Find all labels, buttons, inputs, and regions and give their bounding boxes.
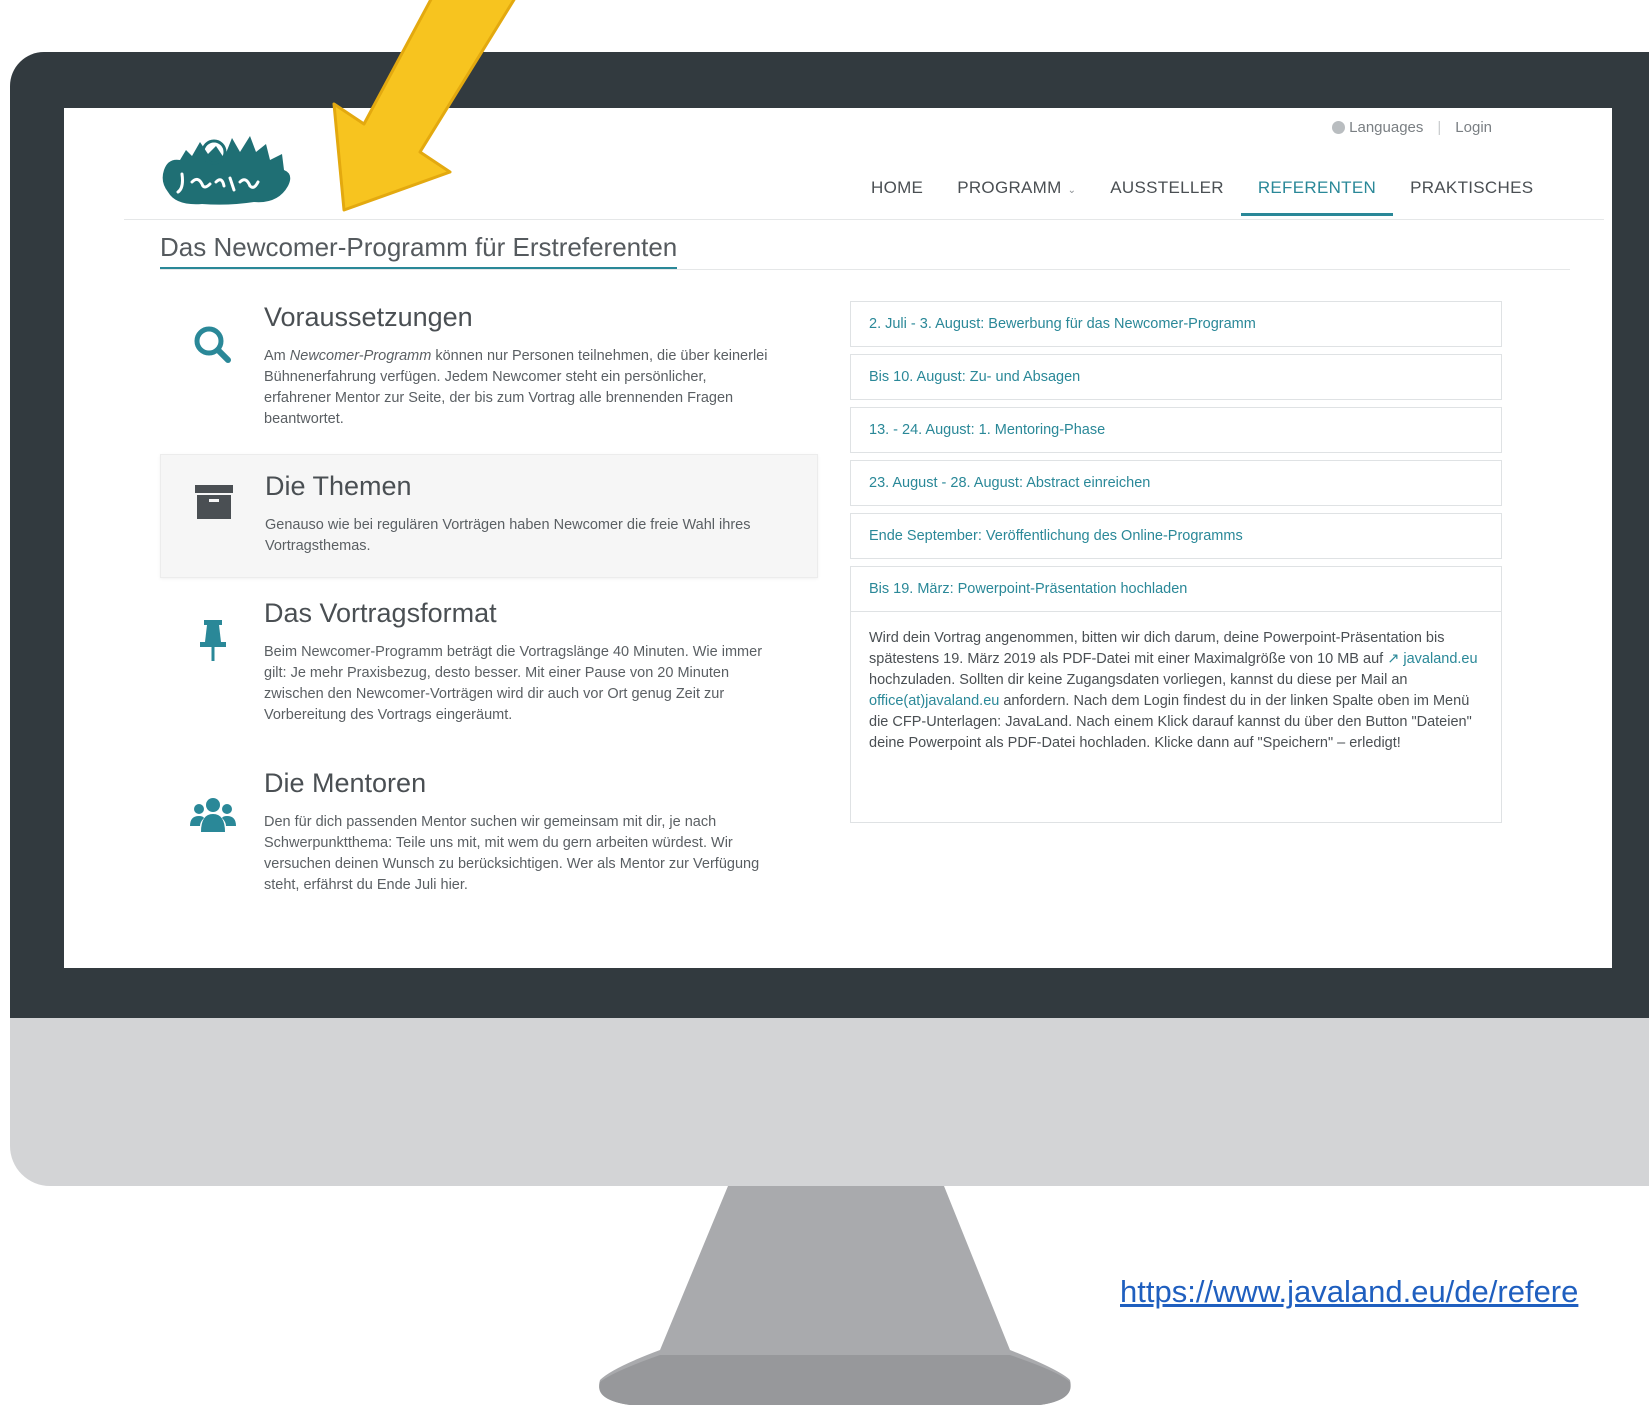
javaland-link[interactable]: javaland.eu xyxy=(1403,651,1477,667)
feature-text-emphasis: Newcomer-Programm xyxy=(289,348,432,364)
archive-box-icon xyxy=(195,485,233,519)
divider: | xyxy=(1437,118,1442,136)
feature-text: Am Newcomer-Programm können nur Personen… xyxy=(264,346,774,430)
feature-themen: Die Themen Genauso wie bei regulären Vor… xyxy=(160,454,818,578)
timeline-item[interactable]: 13. - 24. August: 1. Mentoring-Phase xyxy=(850,407,1502,453)
timeline-item[interactable]: Bis 10. August: Zu- und Absagen xyxy=(850,354,1502,400)
main-nav: HOME PROGRAMM ⌄ AUSSTELLER REFERENTEN PRA… xyxy=(854,166,1550,220)
feature-voraussetzungen: Voraussetzungen Am Newcomer-Programm kön… xyxy=(160,302,816,442)
timeline-item[interactable]: 2. Juli - 3. August: Bewerbung für das N… xyxy=(850,301,1502,347)
page-url-link[interactable]: https://www.javaland.eu/de/refere xyxy=(1120,1274,1578,1310)
panel-text: hochzuladen. Sollten dir keine Zugangsda… xyxy=(869,672,1408,688)
feature-vortragsformat: Das Vortragsformat Beim Newcomer-Program… xyxy=(160,598,816,748)
nav-programm[interactable]: PROGRAMM ⌄ xyxy=(940,166,1093,216)
nav-referenten-label: REFERENTEN xyxy=(1257,178,1377,197)
languages-link[interactable]: Languages xyxy=(1349,119,1423,136)
panel-text: Wird dein Vortrag angenommen, bitten wir… xyxy=(869,630,1445,667)
globe-icon xyxy=(1332,120,1346,134)
page-title: Das Newcomer-Programm für Erstreferenten xyxy=(160,232,678,270)
login-link[interactable]: Login xyxy=(1455,119,1492,136)
timeline-item-expanded[interactable]: Bis 19. März: Powerpoint-Präsentation ho… xyxy=(850,566,1502,611)
feature-text: Genauso wie bei regulären Vorträgen habe… xyxy=(265,517,751,554)
email-link[interactable]: office(at)javaland.eu xyxy=(869,693,999,709)
feature-title: Das Vortragsformat xyxy=(264,598,497,628)
external-link-icon: ↗ xyxy=(1387,651,1404,667)
chevron-down-icon: ⌄ xyxy=(1067,185,1077,196)
title-divider xyxy=(160,269,1570,270)
search-icon xyxy=(194,326,231,363)
users-group-icon xyxy=(190,798,236,832)
feature-title: Die Mentoren xyxy=(264,768,427,798)
feature-text: Den für dich passenden Mentor suchen wir… xyxy=(264,814,760,893)
nav-home-label: HOME xyxy=(871,178,924,197)
top-links: Languages | Login xyxy=(1332,118,1492,136)
pushpin-icon xyxy=(200,620,226,661)
feature-title: Die Themen xyxy=(265,471,412,501)
timeline-panel: Wird dein Vortrag angenommen, bitten wir… xyxy=(850,611,1502,823)
nav-home[interactable]: HOME xyxy=(854,166,940,216)
timeline-item[interactable]: Ende September: Veröffentlichung des Onl… xyxy=(850,513,1502,559)
nav-praktisches[interactable]: PRAKTISCHES xyxy=(1393,166,1550,216)
feature-mentoren: Die Mentoren Den für dich passenden Ment… xyxy=(160,768,816,918)
browser-screen: Languages | Login HOME PROGRAMM ⌄ AUSSTELLE… xyxy=(64,108,1612,968)
javaland-logo[interactable] xyxy=(158,130,298,210)
nav-praktisches-label: PRAKTISCHES xyxy=(1410,178,1534,197)
nav-aussteller[interactable]: AUSSTELLER xyxy=(1093,166,1241,216)
timeline-accordion: 2. Juli - 3. August: Bewerbung für das N… xyxy=(850,301,1502,823)
feature-title: Voraussetzungen xyxy=(264,302,473,332)
feature-text-prefix: Am xyxy=(264,348,290,364)
feature-text: Beim Newcomer-Programm beträgt die Vortr… xyxy=(264,644,763,723)
monitor-chin xyxy=(10,1018,1649,1186)
nav-divider xyxy=(124,219,1604,220)
nav-referenten[interactable]: REFERENTEN xyxy=(1240,166,1394,216)
nav-programm-label: PROGRAMM xyxy=(957,178,1062,197)
timeline-item[interactable]: 23. August - 28. August: Abstract einrei… xyxy=(850,460,1502,506)
nav-aussteller-label: AUSSTELLER xyxy=(1110,178,1224,197)
